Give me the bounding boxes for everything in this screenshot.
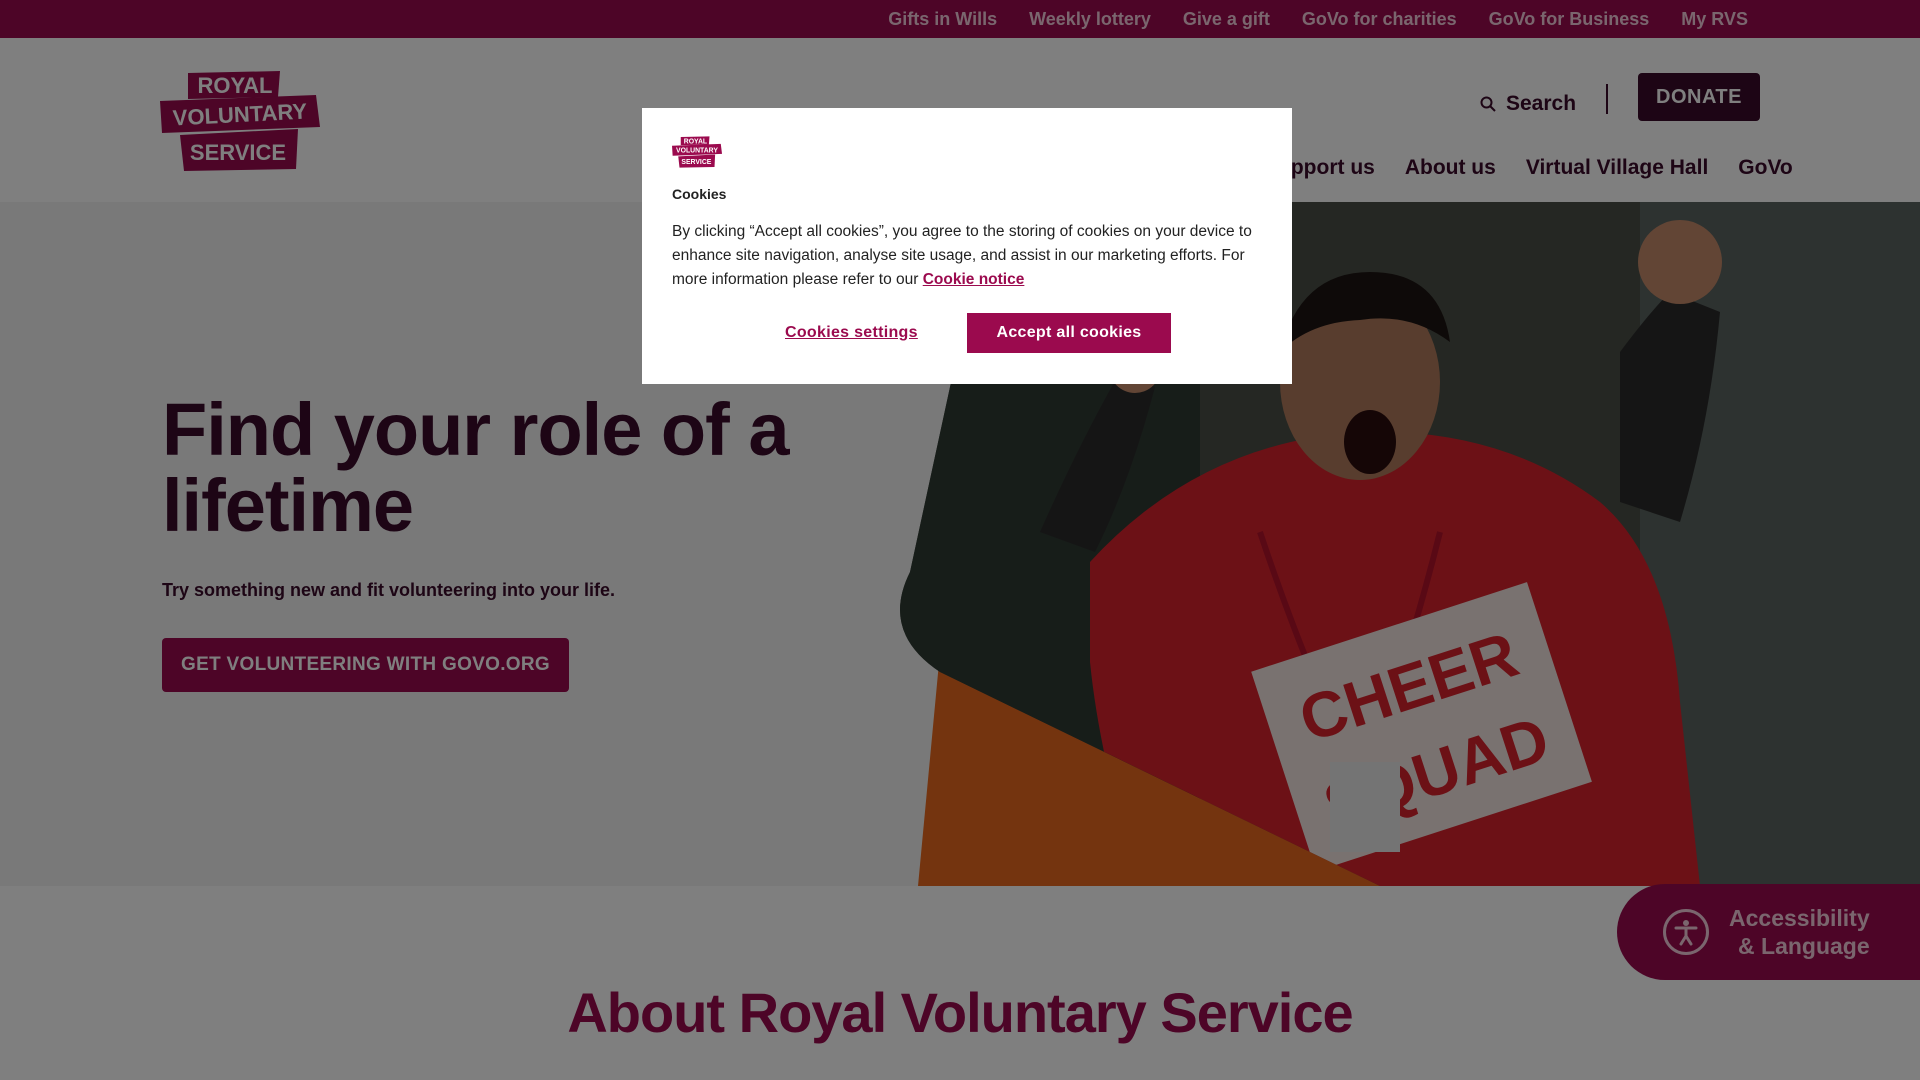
accept-all-cookies-button[interactable]: Accept all cookies	[967, 313, 1171, 353]
svg-text:VOLUNTARY: VOLUNTARY	[676, 147, 718, 154]
cookie-dialog: ROYAL VOLUNTARY SERVICE Cookies By click…	[642, 108, 1292, 384]
cookie-notice-link[interactable]: Cookie notice	[923, 271, 1025, 288]
cookie-dialog-title: Cookies	[672, 186, 727, 202]
svg-text:ROYAL: ROYAL	[684, 138, 707, 145]
rvs-logo-small: ROYAL VOLUNTARY SERVICE	[672, 136, 722, 168]
svg-text:SERVICE: SERVICE	[681, 159, 711, 166]
cookies-settings-button[interactable]: Cookies settings	[785, 324, 918, 342]
cookie-dialog-body: By clicking “Accept all cookies”, you ag…	[672, 223, 1252, 288]
